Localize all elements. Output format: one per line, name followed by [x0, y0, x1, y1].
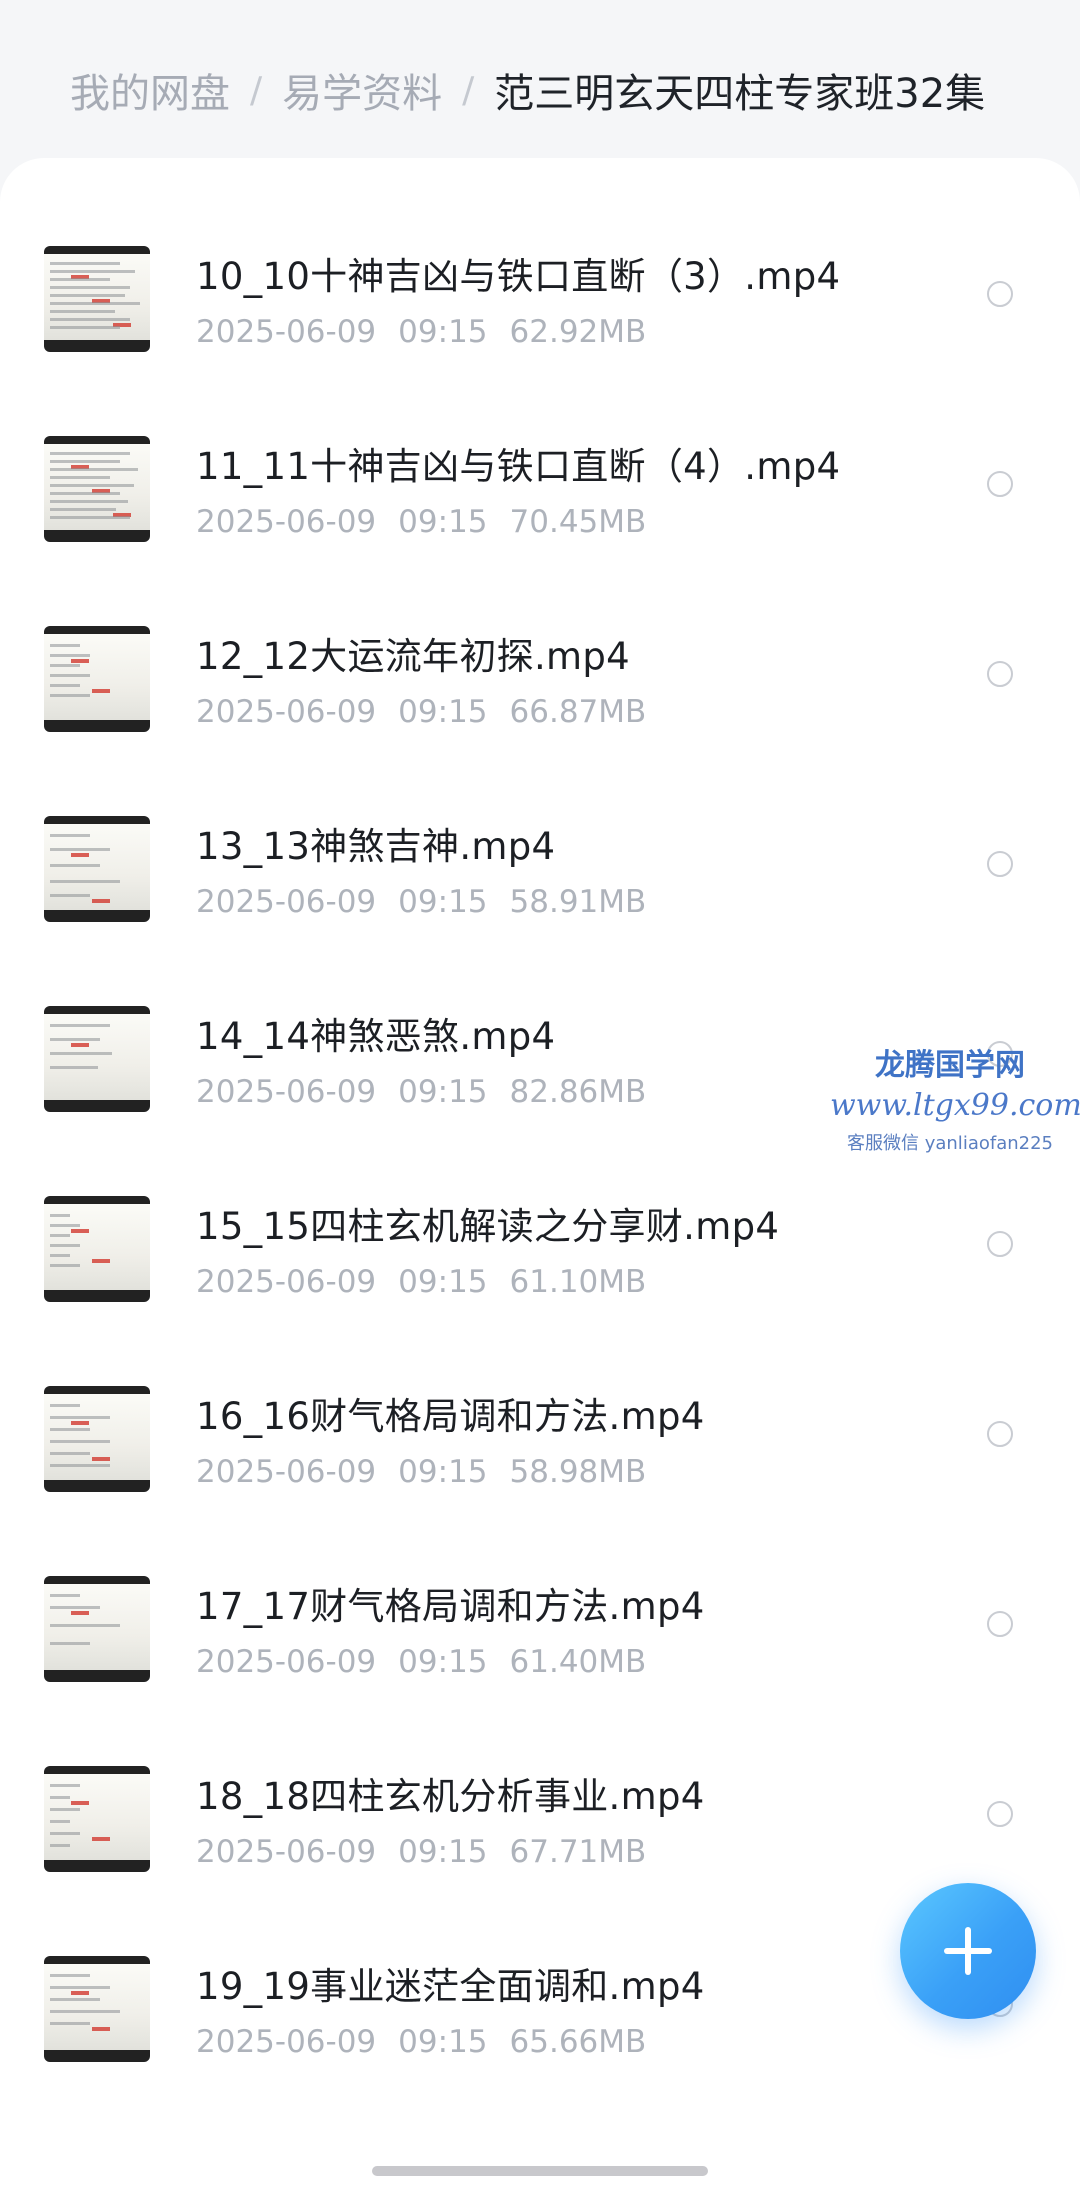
file-row[interactable]: 10_10十神吉凶与铁口直断（3）.mp4 2025-06-09 09:15 62.9…: [0, 188, 1080, 378]
file-time: 09:15: [398, 1074, 488, 1110]
file-meta: 2025-06-09 09:15 65.66MB: [196, 2024, 646, 2060]
file-name: 18_18四柱玄机分析事业.mp4: [196, 1775, 705, 1818]
file-meta: 2025-06-09 09:15 61.40MB: [196, 1644, 646, 1680]
file-time: 09:15: [398, 1454, 488, 1490]
file-size: 82.86MB: [509, 1074, 647, 1110]
file-date: 2025-06-09: [196, 1074, 377, 1110]
file-meta: 2025-06-09 09:15 58.91MB: [196, 884, 646, 920]
file-time: 09:15: [398, 1834, 488, 1870]
file-name: 19_19事业迷茫全面调和.mp4: [196, 1965, 705, 2008]
file-size: 58.91MB: [509, 884, 647, 920]
file-row[interactable]: 11_11十神吉凶与铁口直断（4）.mp4 2025-06-09 09:15 70.4…: [0, 378, 1080, 568]
file-row[interactable]: 1_1阴阳五行与天干地支.mp42025-06-0909:15: [0, 2088, 1080, 2144]
video-thumbnail: [44, 1956, 150, 2062]
select-radio[interactable]: [987, 1041, 1013, 1067]
file-name: 10_10十神吉凶与铁口直断（3）.mp4: [196, 255, 841, 298]
video-thumbnail: [44, 626, 150, 732]
file-time: 09:15: [398, 1644, 488, 1680]
video-thumbnail: [44, 1766, 150, 1872]
select-radio[interactable]: [987, 851, 1013, 877]
file-date: 2025-06-09: [196, 1834, 377, 1870]
file-meta: 2025-06-09 09:15 82.86MB: [196, 1074, 646, 1110]
file-date: 2025-06-09: [196, 1454, 377, 1490]
file-date: 2025-06-09: [196, 1264, 377, 1300]
select-radio[interactable]: [987, 661, 1013, 687]
file-size: 67.71MB: [509, 1834, 647, 1870]
file-name: 12_12大运流年初探.mp4: [196, 635, 630, 678]
file-name: 14_14神煞恶煞.mp4: [196, 1015, 556, 1058]
home-indicator[interactable]: [372, 2166, 708, 2176]
file-date: 2025-06-09: [196, 884, 377, 920]
file-date: 2025-06-09: [196, 1644, 377, 1680]
file-name: 17_17财气格局调和方法.mp4: [196, 1585, 705, 1628]
file-name: 15_15四柱玄机解读之分享财.mp4: [196, 1205, 780, 1248]
file-meta: 2025-06-09 09:15 67.71MB: [196, 1834, 646, 1870]
breadcrumb-separator: /: [462, 69, 475, 111]
file-row[interactable]: 18_18四柱玄机分析事业.mp4 2025-06-09 09:15 67.71MB: [0, 1708, 1080, 1898]
file-size: 61.10MB: [509, 1264, 647, 1300]
file-size: 65.66MB: [509, 2024, 647, 2060]
file-date: 2025-06-09: [196, 504, 377, 540]
file-size: 66.87MB: [509, 694, 647, 730]
file-name: 13_13神煞吉神.mp4: [196, 825, 556, 868]
file-row[interactable]: 17_17财气格局调和方法.mp4 2025-06-09 09:15 61.40MB: [0, 1518, 1080, 1708]
file-row[interactable]: 14_14神煞恶煞.mp4 2025-06-09 09:15 82.86MB: [0, 948, 1080, 1138]
video-thumbnail: [44, 246, 150, 352]
file-date: 2025-06-09: [196, 694, 377, 730]
file-size: 61.40MB: [509, 1644, 647, 1680]
video-thumbnail: [44, 1196, 150, 1302]
file-row[interactable]: 12_12大运流年初探.mp4 2025-06-09 09:15 66.87MB: [0, 568, 1080, 758]
select-radio[interactable]: [987, 1231, 1013, 1257]
select-radio[interactable]: [987, 1801, 1013, 1827]
file-size: 62.92MB: [509, 314, 647, 350]
video-thumbnail: [44, 1386, 150, 1492]
file-date: 2025-06-09: [196, 2024, 377, 2060]
file-time: 09:15: [398, 1264, 488, 1300]
file-size: 70.45MB: [509, 504, 647, 540]
file-row[interactable]: 15_15四柱玄机解读之分享财.mp4 2025-06-09 09:15 61.10M…: [0, 1138, 1080, 1328]
video-thumbnail: [44, 436, 150, 542]
file-time: 09:15: [398, 314, 488, 350]
file-name: 11_11十神吉凶与铁口直断（4）.mp4: [196, 445, 841, 488]
file-time: 09:15: [398, 504, 488, 540]
file-time: 09:15: [398, 2024, 488, 2060]
file-meta: 2025-06-09 09:15 62.92MB: [196, 314, 646, 350]
select-radio[interactable]: [987, 1421, 1013, 1447]
breadcrumb-item-root[interactable]: 我的网盘: [70, 61, 230, 119]
select-radio[interactable]: [987, 281, 1013, 307]
video-thumbnail: [44, 1006, 150, 1112]
file-name: 16_16财气格局调和方法.mp4: [196, 1395, 705, 1438]
file-row[interactable]: 16_16财气格局调和方法.mp4 2025-06-09 09:15 58.98MB: [0, 1328, 1080, 1518]
breadcrumb-item-current: 范三明玄天四柱专家班32集: [494, 71, 986, 117]
file-meta: 2025-06-09 09:15 66.87MB: [196, 694, 646, 730]
video-thumbnail: [44, 816, 150, 922]
breadcrumb: 我的网盘 / 易学资料 / 范三明玄天四柱专家班32集: [70, 60, 985, 120]
file-list[interactable]: 10_10十神吉凶与铁口直断（3）.mp4 2025-06-09 09:15 62.9…: [0, 158, 1080, 2144]
select-radio[interactable]: [987, 471, 1013, 497]
video-thumbnail: [44, 1576, 150, 1682]
breadcrumb-item-folder[interactable]: 易学资料: [282, 61, 442, 119]
file-date: 2025-06-09: [196, 314, 377, 350]
file-time: 09:15: [398, 884, 488, 920]
add-button[interactable]: [900, 1883, 1036, 2019]
file-meta: 2025-06-09 09:15 61.10MB: [196, 1264, 646, 1300]
select-radio[interactable]: [987, 1611, 1013, 1637]
file-time: 09:15: [398, 694, 488, 730]
file-size: 58.98MB: [509, 1454, 647, 1490]
breadcrumb-separator: /: [250, 69, 263, 111]
file-meta: 2025-06-09 09:15 70.45MB: [196, 504, 646, 540]
file-row[interactable]: 13_13神煞吉神.mp4 2025-06-09 09:15 58.91MB: [0, 758, 1080, 948]
page: 我的网盘 / 易学资料 / 范三明玄天四柱专家班32集 10_10十神吉凶与铁口…: [0, 0, 1080, 2212]
file-meta: 2025-06-09 09:15 58.98MB: [196, 1454, 646, 1490]
